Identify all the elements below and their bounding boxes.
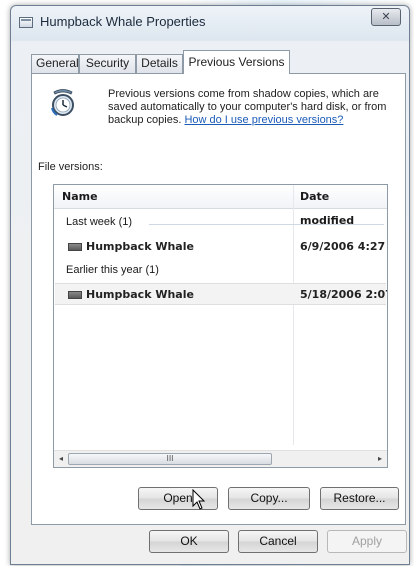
mouse-pointer-icon [192,489,206,510]
description-text: Previous versions come from shadow copie… [108,88,388,127]
close-button[interactable]: ✕ [371,8,401,26]
window-title: Humpback Whale Properties [40,14,206,29]
restore-button[interactable]: Restore... [320,487,399,510]
file-versions-label: File versions: [38,161,103,173]
file-icon [68,291,82,299]
title-bar[interactable]: Humpback Whale Properties ✕ [11,6,409,36]
file-icon [68,243,82,251]
item-name: Humpback Whale [86,288,194,301]
column-header-date-modified[interactable]: Date modified [300,185,387,227]
open-button[interactable]: Open [138,487,218,510]
group-header-last-week[interactable]: Last week (1) [66,216,132,232]
item-name: Humpback Whale [86,240,194,253]
group-header-earlier-this-year[interactable]: Earlier this year (1) [66,264,159,280]
tab-general[interactable]: General [31,54,79,73]
apply-button[interactable]: Apply [327,530,407,553]
list-header: Name Date modified [54,185,387,227]
window-icon [19,17,33,28]
properties-dialog: Humpback Whale Properties ✕ General Secu… [10,5,410,565]
cancel-button[interactable]: Cancel [238,530,318,553]
tab-security[interactable]: Security [79,54,136,73]
item-date: 6/9/2006 4:27 PI [300,240,387,253]
file-versions-list[interactable]: Name Date modified Last week (1) Humpbac… [53,184,388,468]
help-link[interactable]: How do I use previous versions? [184,114,343,126]
scroll-thumb[interactable]: III [68,453,272,465]
tab-details[interactable]: Details [136,54,183,73]
horizontal-scrollbar[interactable]: ◂ III ▸ [54,450,387,467]
column-header-name[interactable]: Name [62,185,98,209]
item-date: 5/18/2006 2:07 I [300,288,387,301]
list-item[interactable]: Humpback Whale 6/9/2006 4:27 PI [55,236,387,258]
ok-button[interactable]: OK [149,530,229,553]
list-item-selected[interactable]: Humpback Whale 5/18/2006 2:07 I [55,283,387,305]
scroll-right-arrow-icon[interactable]: ▸ [375,454,385,464]
group-divider [149,224,384,225]
scroll-left-arrow-icon[interactable]: ◂ [56,454,66,464]
clock-icon [51,89,74,116]
tab-previous-versions[interactable]: Previous Versions [183,50,290,74]
previous-versions-panel: Previous versions come from shadow copie… [31,73,406,525]
copy-button[interactable]: Copy... [228,487,310,510]
